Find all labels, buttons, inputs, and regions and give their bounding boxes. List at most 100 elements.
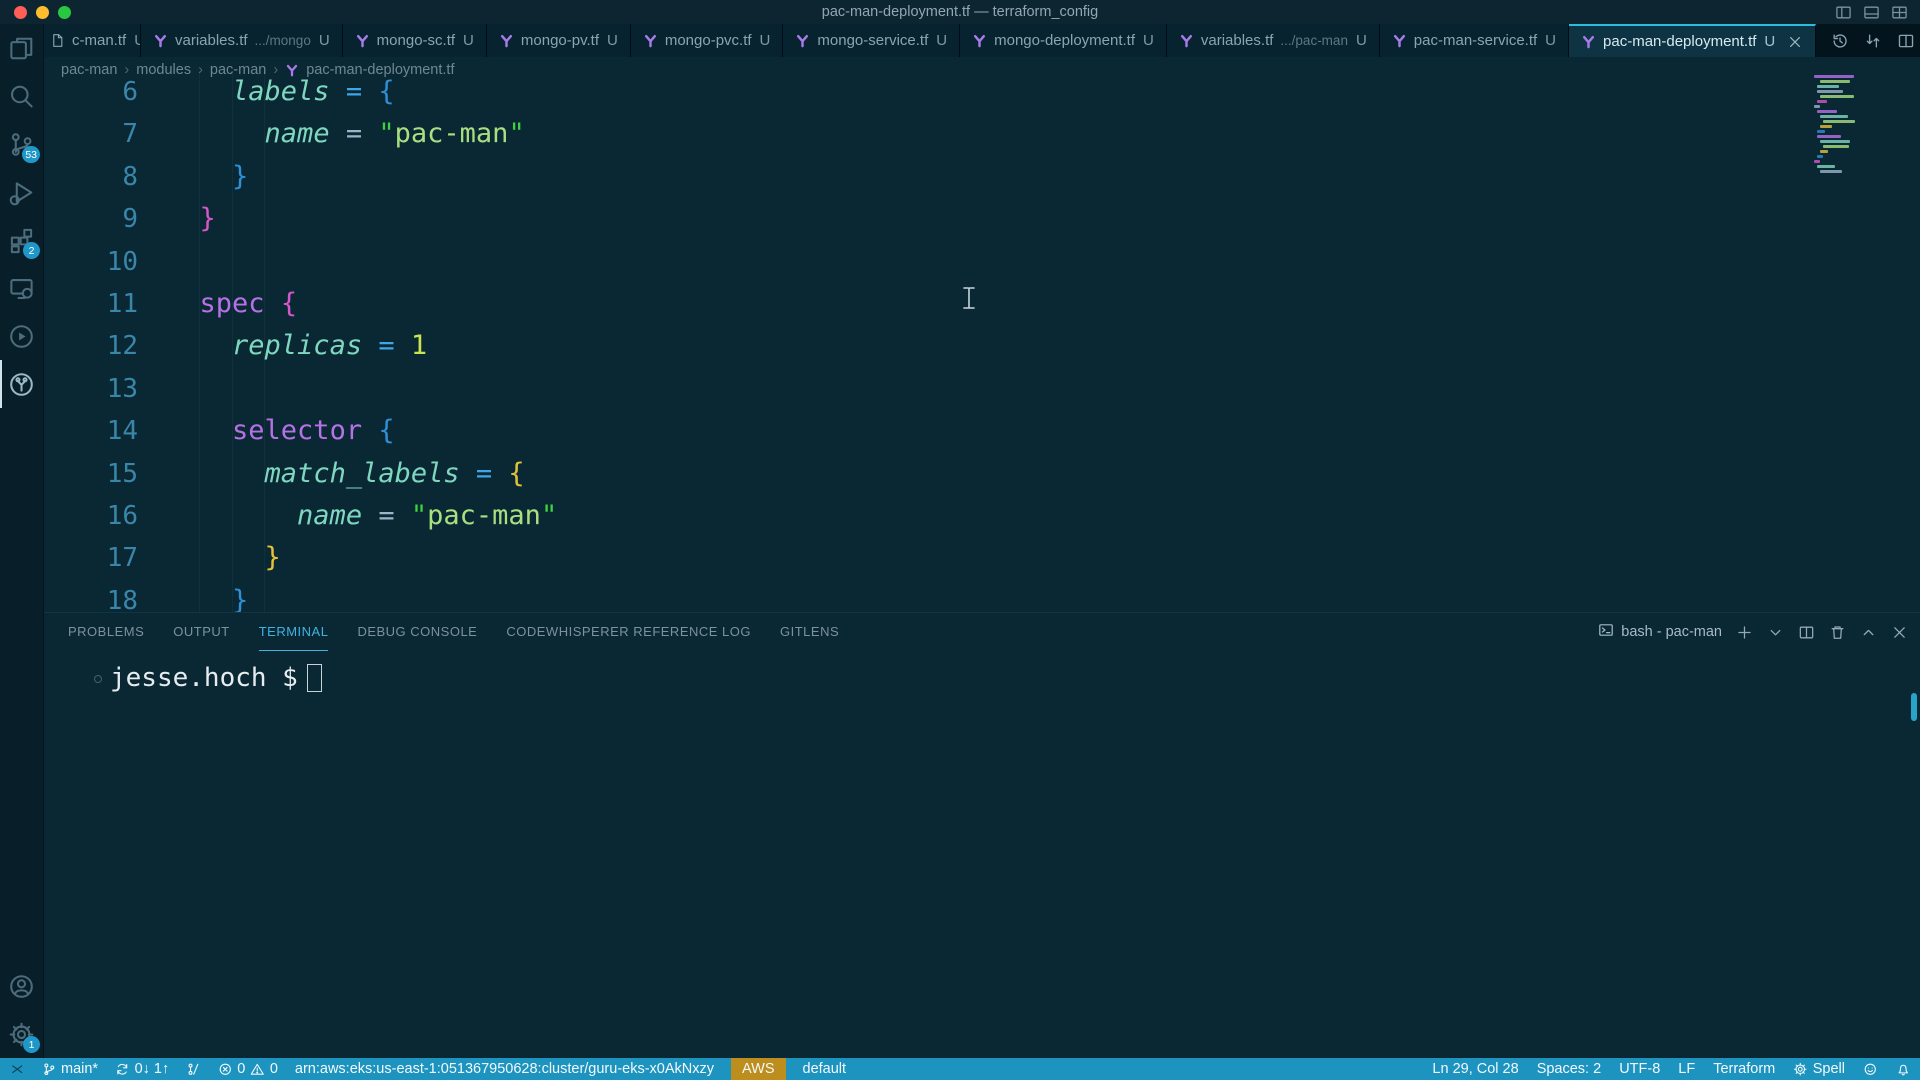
status-indentation[interactable]: Spaces: 2 (1537, 1058, 1602, 1080)
terminal-cursor (307, 664, 322, 692)
tab-label: variables.tf (1201, 32, 1274, 49)
code-text: replicas = 1 (138, 325, 427, 367)
panel-tab-problems[interactable]: PROBLEMS (68, 613, 144, 651)
code-line: 15 match_labels = { (44, 453, 1810, 495)
panel-tab-codewhisperer-reference-log[interactable]: CODEWHISPERER REFERENCE LOG (506, 613, 751, 651)
terminal-scrollbar[interactable] (1911, 693, 1917, 721)
status-aws-profile[interactable]: default (803, 1058, 847, 1080)
status-spell-checker[interactable]: Spell (1793, 1058, 1845, 1080)
editor[interactable]: pac-man › modules › pac-man › pac-man-de… (44, 57, 1920, 612)
close-panel-button[interactable] (1891, 624, 1908, 641)
terminal-content[interactable]: jesse.hoch $ (44, 651, 1920, 1058)
tab-mongo-pv.tf[interactable]: mongo-pv.tfU (487, 24, 631, 57)
layout-grid-icon[interactable] (1891, 4, 1908, 21)
panel-tab-gitlens[interactable]: GITLENS (780, 613, 839, 651)
tab-mongo-sc.tf[interactable]: mongo-sc.tfU (343, 24, 487, 57)
line-number: 14 (44, 410, 138, 452)
code-line: 6 labels = { (44, 71, 1810, 113)
maximize-panel-button[interactable] (1860, 624, 1877, 641)
status-problems[interactable]: 00 (218, 1058, 278, 1080)
tab-pac-man-deployment.tf[interactable]: pac-man-deployment.tfU (1569, 24, 1816, 57)
tab-variables.tf[interactable]: variables.tf.../pac-manU (1167, 24, 1380, 57)
code-text: spec { (138, 283, 297, 325)
activity-bar-item-extensions[interactable]: 2 (0, 216, 43, 264)
panel-tab-terminal[interactable]: TERMINAL (259, 613, 329, 651)
branch-icon (42, 1062, 57, 1077)
tab-label: variables.tf (175, 32, 248, 49)
layout-panel-icon[interactable] (1863, 4, 1880, 21)
code-text: } (138, 580, 248, 612)
open-changes-button[interactable] (1864, 32, 1882, 50)
tab-mongo-pvc.tf[interactable]: mongo-pvc.tfU (631, 24, 784, 57)
editor-tab-strip: c-man.tfUvariables.tf.../mongoUmongo-sc.… (44, 24, 1920, 57)
close-window-button[interactable] (14, 6, 27, 19)
tab-git-status: U (1356, 32, 1367, 49)
activity-bar-item-remote-explorer[interactable] (0, 264, 43, 312)
layout-sidebar-icon[interactable] (1835, 4, 1852, 21)
run-icon (8, 323, 35, 350)
status-feedback[interactable] (1863, 1058, 1878, 1080)
status-git-branch[interactable]: main* (42, 1058, 99, 1080)
vscode-window: pac-man-deployment.tf — terraform_config… (0, 0, 1920, 1080)
status-bar: main* 0↓ 1↑ 00 arn:aws:eks:us-east-1:051367… (0, 1058, 1920, 1080)
status-encoding[interactable]: UTF-8 (1619, 1058, 1660, 1080)
label: Spaces: 2 (1537, 1061, 1602, 1077)
tab-label: mongo-deployment.tf (994, 32, 1135, 49)
tab-pac-man-service.tf[interactable]: pac-man-service.tfU (1380, 24, 1569, 57)
status-aws-connection[interactable]: AWS (731, 1058, 786, 1080)
status-eol[interactable]: LF (1678, 1058, 1695, 1080)
line-number: 16 (44, 495, 138, 537)
code-line: 9 } (44, 198, 1810, 240)
mouse-text-cursor (962, 286, 976, 310)
status-gitlens[interactable] (186, 1058, 201, 1080)
panel-tab-output[interactable]: OUTPUT (173, 613, 229, 651)
activity-bar-item-settings[interactable]: 1 (0, 1010, 43, 1058)
status-notifications[interactable] (1896, 1058, 1911, 1080)
file-icon (50, 33, 65, 48)
activity-bar-item-codewhisperer[interactable] (0, 360, 43, 408)
kill-terminal-button[interactable] (1829, 624, 1846, 641)
status-cursor-position[interactable]: Ln 29, Col 28 (1432, 1058, 1518, 1080)
label: Spell (1813, 1061, 1845, 1077)
timeline-button[interactable] (1831, 32, 1849, 50)
minimize-window-button[interactable] (36, 6, 49, 19)
status-language-mode[interactable]: Terraform (1713, 1058, 1775, 1080)
status-eks-cluster[interactable]: arn:aws:eks:us-east-1:051367950628:clust… (295, 1058, 714, 1080)
activity-bar: 53 2 1 (0, 24, 44, 1058)
zoom-window-button[interactable] (58, 6, 71, 19)
terraform-file-icon (153, 33, 168, 48)
split-terminal-button[interactable] (1798, 624, 1815, 641)
line-number: 10 (44, 241, 138, 283)
activity-bar-item-explorer[interactable] (0, 24, 43, 72)
tab-variables.tf[interactable]: variables.tf.../mongoU (141, 24, 343, 57)
terraform-file-icon (1392, 33, 1407, 48)
status-git-sync[interactable]: 0↓ 1↑ (115, 1058, 169, 1080)
minimap[interactable] (1814, 75, 1892, 175)
feedback-icon (1863, 1062, 1878, 1077)
activity-bar-item-accounts[interactable] (0, 962, 43, 1010)
activity-bar-item-run[interactable] (0, 312, 43, 360)
terminal-picker-button[interactable] (1767, 624, 1784, 641)
close-tab-icon[interactable] (1787, 34, 1803, 50)
split-editor-button[interactable] (1897, 32, 1915, 50)
tab-mongo-service.tf[interactable]: mongo-service.tfU (783, 24, 960, 57)
tab-git-status: U (463, 32, 474, 49)
gitlens-icon (186, 1062, 201, 1077)
panel-tab-debug-console[interactable]: DEBUG CONSOLE (357, 613, 477, 651)
line-number: 12 (44, 325, 138, 367)
tab-git-status: U (607, 32, 618, 49)
code-text: match_labels = { (138, 453, 525, 495)
tab-mongo-deployment.tf[interactable]: mongo-deployment.tfU (960, 24, 1167, 57)
tab-c-man.tf[interactable]: c-man.tfU (44, 24, 141, 57)
code-area[interactable]: 6 labels = {7 name = "pac-man"8 }9 }1011… (44, 71, 1810, 612)
label: UTF-8 (1619, 1061, 1660, 1077)
terminal-session-label[interactable]: bash - pac-man (1598, 622, 1722, 642)
activity-bar-item-source-control[interactable]: 53 (0, 120, 43, 168)
status-remote-indicator[interactable] (10, 1058, 25, 1080)
code-line: 13 (44, 368, 1810, 410)
terraform-file-icon (1581, 34, 1596, 49)
terminal-prompt: jesse.hoch $ (110, 663, 298, 693)
new-terminal-button[interactable] (1736, 624, 1753, 641)
activity-bar-item-run-and-debug[interactable] (0, 168, 43, 216)
activity-bar-item-search[interactable] (0, 72, 43, 120)
